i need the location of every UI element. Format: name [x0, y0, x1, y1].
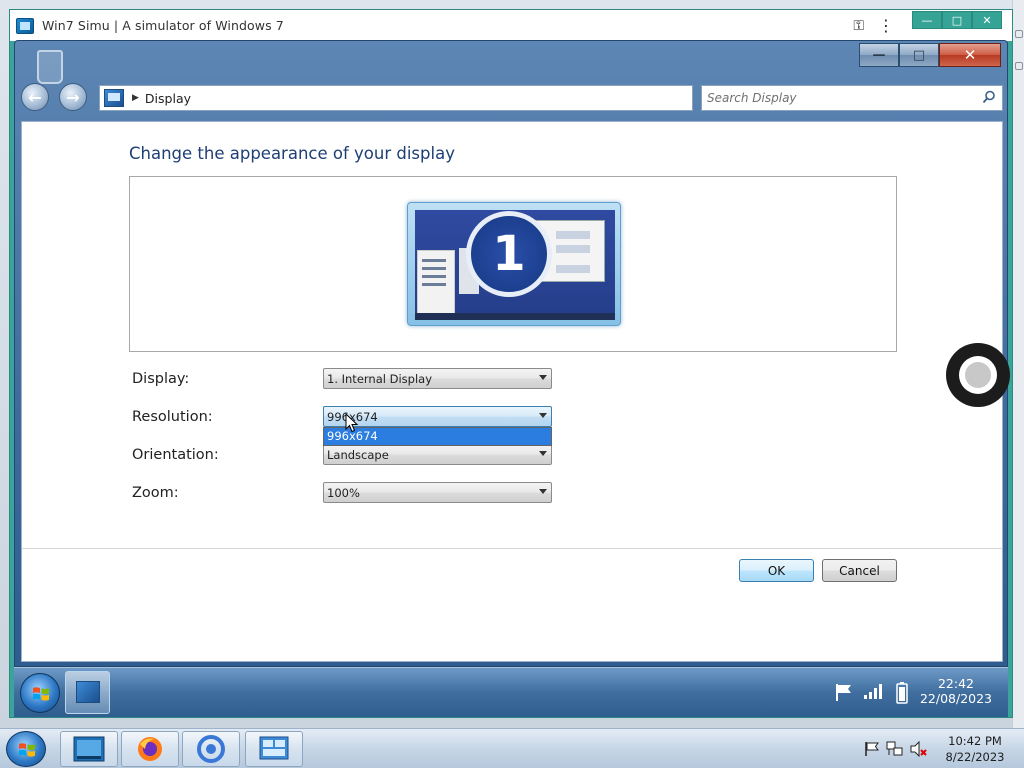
- zoom-select-value: 100%: [327, 485, 360, 500]
- search-icon[interactable]: [982, 90, 996, 104]
- close-button[interactable]: ✕: [939, 43, 1001, 67]
- host-start-button[interactable]: [6, 731, 46, 767]
- action-center-flag-icon[interactable]: [834, 682, 854, 702]
- orientation-select[interactable]: Landscape: [323, 444, 552, 465]
- monitor-number-badge: 1: [466, 211, 552, 297]
- mouse-cursor-icon: [345, 413, 359, 433]
- address-bar[interactable]: ▶ Display: [99, 85, 693, 111]
- simulator-close-button[interactable]: ✕: [972, 11, 1002, 29]
- monitor-thumbnail[interactable]: 1: [407, 202, 621, 326]
- control-panel-icon: [104, 89, 124, 107]
- search-input[interactable]: [702, 91, 972, 105]
- zoom-label: Zoom:: [132, 485, 179, 501]
- win7-simu-app-icon: [73, 736, 105, 762]
- host-task-firefox[interactable]: [121, 731, 179, 767]
- network-icon[interactable]: [886, 741, 904, 757]
- sim-start-button[interactable]: [20, 673, 60, 713]
- floating-touch-button[interactable]: [946, 343, 1010, 407]
- key-icon[interactable]: ⚿: [853, 18, 864, 34]
- network-signal-icon[interactable]: [863, 682, 885, 700]
- simulator-app-icon: [16, 17, 34, 34]
- orientation-select-value: Landscape: [327, 447, 389, 462]
- preview-window: [417, 250, 455, 314]
- sim-taskbar: 22:42 22/08/2023: [14, 667, 1008, 717]
- page-heading: Change the appearance of your display: [129, 144, 455, 163]
- control-panel-icon: [259, 736, 289, 760]
- chevron-down-icon[interactable]: [539, 413, 547, 418]
- display-label: Display:: [132, 371, 190, 387]
- sim-clock-date: 22/08/2023: [919, 691, 993, 706]
- host-task-control-panel[interactable]: [245, 731, 303, 767]
- chrome-icon: [197, 735, 225, 763]
- cancel-button[interactable]: Cancel: [822, 559, 897, 582]
- host-taskbar: 10:42 PM 8/22/2023: [0, 728, 1024, 768]
- windows-logo-icon: [19, 743, 35, 757]
- window-caption-buttons: — □ ✕: [859, 43, 1001, 67]
- battery-icon[interactable]: [896, 682, 908, 704]
- sim-task-control-panel[interactable]: [65, 671, 110, 714]
- host-right-strip: [1012, 0, 1024, 728]
- divider: [22, 548, 1002, 549]
- host-clock-date: 8/22/2023: [945, 750, 1005, 764]
- simulator-title: Win7 Simu | A simulator of Windows 7: [42, 18, 284, 33]
- breadcrumb-display[interactable]: Display: [145, 91, 191, 106]
- maximize-button[interactable]: □: [899, 43, 939, 67]
- action-center-flag-icon[interactable]: [864, 741, 880, 757]
- firefox-icon: [138, 737, 162, 761]
- display-window: — □ ✕ ← → ▶ Display Change the appearanc…: [14, 40, 1008, 667]
- resolution-label: Resolution:: [132, 409, 213, 425]
- host-clock[interactable]: 10:42 PM 8/22/2023: [940, 733, 1010, 765]
- chevron-down-icon[interactable]: [539, 489, 547, 494]
- display-preview: 1: [129, 176, 897, 352]
- sim-clock[interactable]: 22:42 22/08/2023: [916, 676, 996, 706]
- host-task-chrome[interactable]: [182, 731, 240, 767]
- chevron-down-icon[interactable]: [539, 451, 547, 456]
- back-button[interactable]: ←: [21, 83, 49, 111]
- host-task-win7-simu[interactable]: [60, 731, 118, 767]
- host-strip-icon: [1015, 30, 1023, 38]
- search-box[interactable]: [701, 85, 1003, 111]
- control-panel-icon: [76, 681, 100, 703]
- simulator-maximize-button[interactable]: □: [942, 11, 972, 29]
- display-select-value: 1. Internal Display: [327, 371, 432, 386]
- host-clock-time: 10:42 PM: [948, 734, 1002, 748]
- simulator-minimize-button[interactable]: —: [912, 11, 942, 29]
- ok-button[interactable]: OK: [739, 559, 814, 582]
- simulator-titlebar: Win7 Simu | A simulator of Windows 7 ⚿ ⋮…: [10, 10, 1012, 41]
- forward-button[interactable]: →: [59, 83, 87, 111]
- more-menu-icon[interactable]: ⋮: [878, 16, 894, 35]
- host-strip-icon: [1015, 62, 1023, 70]
- minimize-button[interactable]: —: [859, 43, 899, 67]
- windows-logo-icon: [33, 687, 49, 701]
- orientation-label: Orientation:: [132, 447, 219, 463]
- host-tray: [864, 741, 928, 757]
- display-select[interactable]: 1. Internal Display: [323, 368, 552, 389]
- sim-clock-time: 22:42: [937, 676, 975, 691]
- zoom-select[interactable]: 100%: [323, 482, 552, 503]
- content-pane: Change the appearance of your display 1 …: [21, 121, 1003, 662]
- preview-taskbar: [415, 313, 615, 320]
- chevron-down-icon[interactable]: [539, 375, 547, 380]
- volume-muted-icon[interactable]: [910, 741, 928, 757]
- breadcrumb-separator-icon[interactable]: ▶: [132, 93, 139, 103]
